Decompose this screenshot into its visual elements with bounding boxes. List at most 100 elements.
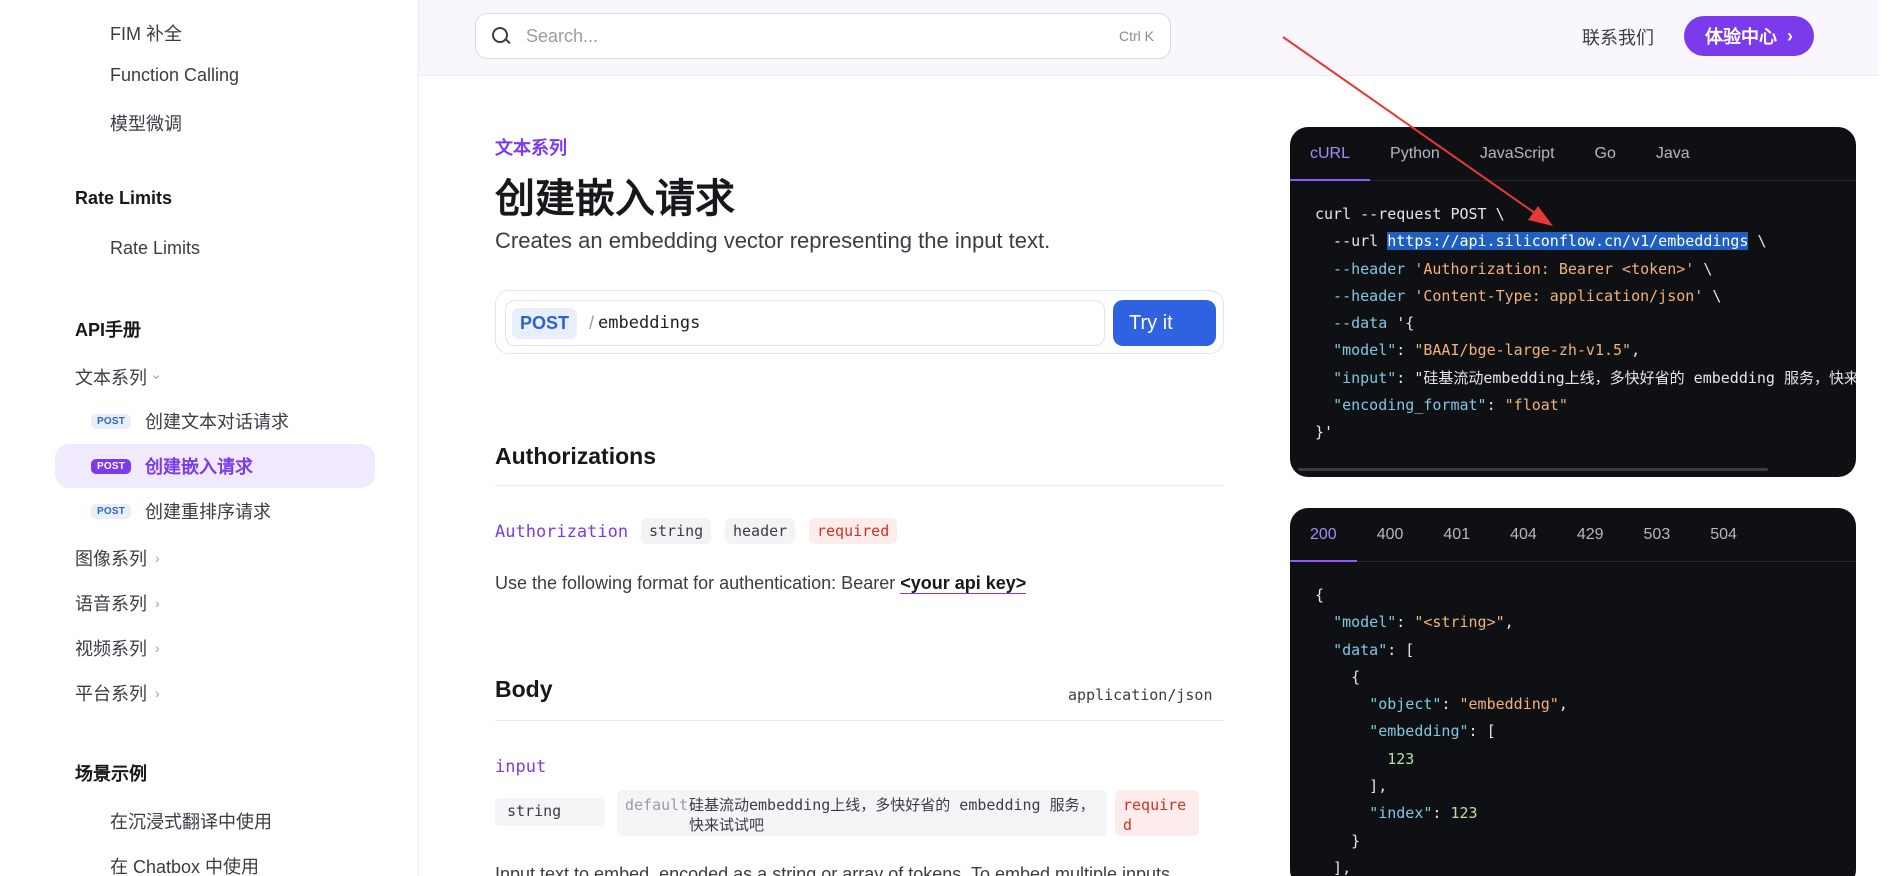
tab-go[interactable]: Go [1595, 127, 1616, 180]
horizontal-scrollbar[interactable] [1298, 468, 1768, 471]
chevron-right-icon: › [155, 550, 160, 566]
sidebar-item-label: 创建重排序请求 [145, 502, 272, 522]
method-badge: POST [91, 503, 132, 519]
code-line: --header 'Authorization: Bearer <token>'… [1315, 259, 1713, 278]
response-code-panel: 200 400 401 404 429 503 504 { "model": "… [1290, 508, 1856, 876]
page-title: 创建嵌入请求 [495, 177, 735, 221]
sidebar-item-rate-limits[interactable]: Rate Limits [110, 238, 200, 259]
tab-503[interactable]: 503 [1644, 508, 1671, 561]
tab-400[interactable]: 400 [1377, 508, 1404, 561]
divider [495, 720, 1224, 721]
response-code[interactable]: { "model": "<string>", "data": [ { "obje… [1290, 562, 1856, 876]
body-heading: Body [495, 676, 553, 702]
code-line: "embedding": [ [1369, 722, 1496, 741]
method-badge: POST [512, 307, 578, 339]
content-type-label: application/json [1068, 686, 1213, 704]
method-badge: POST [91, 458, 132, 474]
try-it-button[interactable]: Try it [1113, 300, 1216, 346]
endpoint-path-box[interactable]: POST / embeddings [505, 300, 1105, 346]
tab-429[interactable]: 429 [1577, 508, 1604, 561]
location-chip: header [725, 518, 796, 544]
sidebar-item-chat-completions[interactable]: POST 创建文本对话请求 [55, 399, 375, 443]
search-icon [492, 27, 510, 45]
code-line: --data '{ [1315, 314, 1415, 333]
sidebar-group-label: 文本系列 [75, 368, 147, 388]
sidebar-group-label: 视频系列 [75, 639, 147, 659]
code-line: "data": [ [1333, 640, 1415, 659]
path-separator: / [589, 312, 595, 333]
experience-center-label: 体验中心 [1705, 27, 1777, 47]
sidebar-heading-scenarios: 场景示例 [75, 764, 147, 784]
sidebar-item-fine-tuning[interactable]: 模型微调 [110, 110, 182, 136]
sidebar-item-embeddings[interactable]: POST 创建嵌入请求 [55, 444, 375, 488]
tab-404[interactable]: 404 [1510, 508, 1537, 561]
type-chip: string [495, 798, 605, 826]
default-value-box: default: 硅基流动embedding上线，多快好省的 embedding… [617, 790, 1107, 836]
code-line: ], [1315, 858, 1352, 876]
sidebar-item-fim[interactable]: FIM 补全 [110, 20, 182, 46]
chevron-right-icon: › [155, 640, 160, 656]
code-line: } [1315, 831, 1361, 850]
type-chip: string [641, 518, 712, 544]
required-chip: required [809, 518, 898, 544]
experience-center-button[interactable]: 体验中心 › [1684, 16, 1814, 56]
chevron-right-icon: › [155, 595, 160, 611]
endpoint-bar: POST / embeddings Try it [495, 290, 1224, 354]
sidebar-item-rerank[interactable]: POST 创建重排序请求 [55, 489, 375, 533]
endpoint-path: embeddings [598, 313, 701, 333]
sidebar-item-chatbox[interactable]: 在 Chatbox 中使用 [110, 853, 259, 876]
sidebar-group-image[interactable]: 图像系列 › [75, 545, 160, 571]
sidebar-item-immersive-translate[interactable]: 在沉浸式翻译中使用 [110, 808, 272, 834]
tab-200[interactable]: 200 [1290, 508, 1357, 562]
api-key-link[interactable]: <your api key> [900, 573, 1027, 594]
sidebar-item-label: 创建嵌入请求 [145, 457, 254, 477]
tab-curl[interactable]: cURL [1290, 127, 1371, 181]
tab-javascript[interactable]: JavaScript [1480, 127, 1555, 180]
auth-description-text: Use the following format for authenticat… [495, 573, 901, 593]
tab-401[interactable]: 401 [1443, 508, 1470, 561]
chevron-right-icon: › [1787, 25, 1793, 46]
code-line: "index": 123 [1369, 804, 1478, 823]
code-line: "model": "<string>", [1333, 613, 1514, 632]
sidebar-group-label: 图像系列 [75, 549, 147, 569]
code-line: ], [1315, 777, 1388, 796]
language-tabs: cURL Python JavaScript Go Java [1290, 127, 1856, 181]
method-badge: POST [91, 413, 132, 429]
param-authorization: Authorization [495, 522, 629, 542]
sidebar-item-label: 创建文本对话请求 [145, 412, 290, 432]
default-value: 硅基流动embedding上线，多快好省的 embedding 服务，快来试试吧 [689, 796, 1095, 834]
tab-java[interactable]: Java [1656, 127, 1690, 180]
request-code[interactable]: curl --request POST \ --url https://api.… [1290, 181, 1856, 447]
breadcrumb: 文本系列 [495, 138, 567, 158]
param-input: input [495, 757, 547, 777]
input-description: Input text to embed, encoded as a string… [495, 864, 1171, 876]
divider [495, 485, 1224, 486]
sidebar-group-audio[interactable]: 语音系列 › [75, 590, 160, 616]
code-line: "object": "embedding", [1369, 695, 1568, 714]
code-line: --header 'Content-Type: application/json… [1315, 286, 1722, 305]
sidebar-group-label: 平台系列 [75, 684, 147, 704]
code-line: "input": "硅基流动embedding上线，多快好省的 embeddin… [1333, 368, 1856, 387]
sidebar-group-label: 语音系列 [75, 594, 147, 614]
contact-link[interactable]: 联系我们 [1582, 24, 1654, 50]
sidebar-group-text[interactable]: 文本系列 › [75, 364, 165, 390]
code-line: "encoding_format": "float" [1333, 396, 1568, 415]
sidebar: FIM 补全 Function Calling 模型微调 Rate Limits… [0, 0, 419, 876]
chevron-down-icon: › [149, 374, 166, 380]
tab-python[interactable]: Python [1390, 127, 1440, 180]
tab-504[interactable]: 504 [1710, 508, 1737, 561]
sidebar-item-function-calling[interactable]: Function Calling [110, 65, 239, 86]
code-line: { [1315, 586, 1325, 604]
chevron-right-icon: › [155, 685, 160, 701]
search-placeholder: Search... [526, 25, 599, 46]
sidebar-heading-api: API手册 [75, 320, 142, 340]
code-line: 123 [1387, 749, 1415, 768]
sidebar-group-video[interactable]: 视频系列 › [75, 635, 160, 661]
sidebar-heading-rate-limits: Rate Limits [75, 188, 173, 208]
sidebar-group-platform[interactable]: 平台系列 › [75, 680, 160, 706]
request-code-panel: cURL Python JavaScript Go Java curl --re… [1290, 127, 1856, 477]
search-input[interactable]: Search... Ctrl K [475, 13, 1171, 59]
default-label: default: [625, 796, 698, 814]
status-tabs: 200 400 401 404 429 503 504 [1290, 508, 1856, 562]
code-line: curl --request POST \ [1315, 205, 1505, 223]
